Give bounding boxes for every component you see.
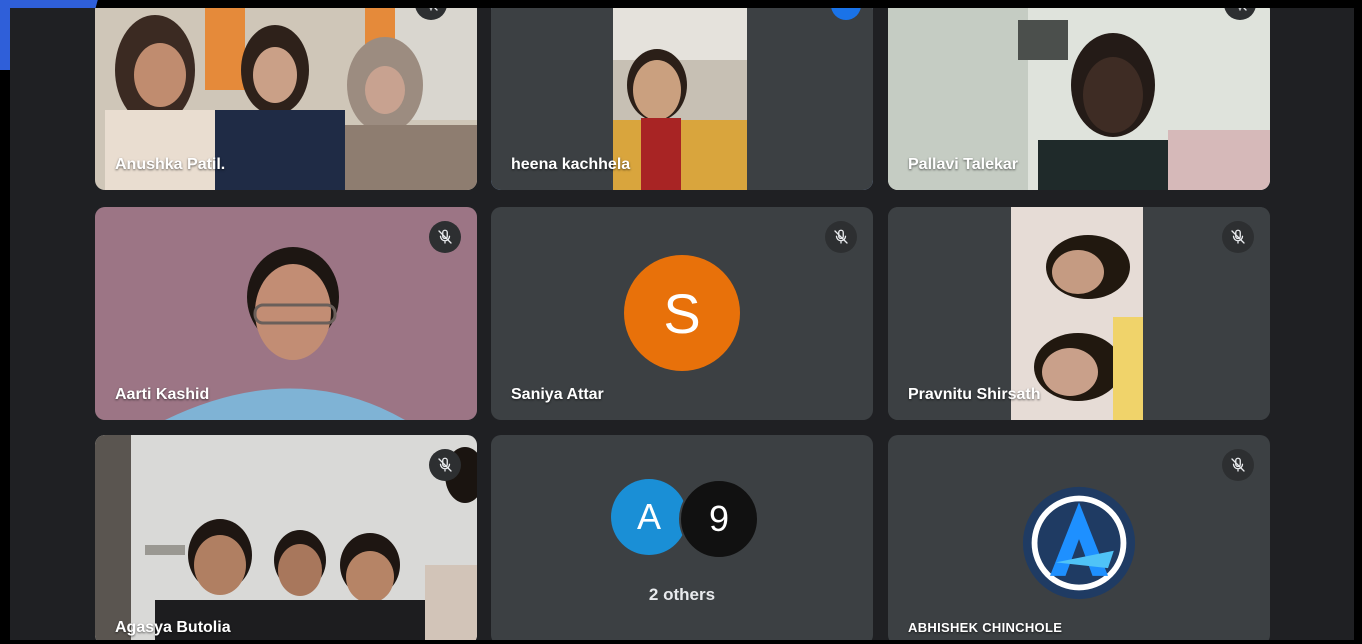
mute-indicator bbox=[429, 449, 461, 481]
mic-off-icon bbox=[1238, 8, 1247, 11]
mic-off-icon bbox=[1231, 229, 1245, 244]
participant-tile-heena[interactable]: heena kachhela bbox=[491, 8, 873, 190]
participant-tile-saniya[interactable]: S Saniya Attar bbox=[491, 207, 873, 420]
participant-name: Aarti Kashid bbox=[115, 386, 210, 403]
abhishek-a-logo-icon bbox=[1022, 486, 1136, 600]
mute-indicator bbox=[429, 221, 461, 253]
others-avatar-9: 9 bbox=[679, 479, 759, 559]
others-avatar-group: A 9 bbox=[611, 479, 761, 559]
mute-indicator bbox=[1222, 221, 1254, 253]
participant-tile-pravnitu[interactable]: Pravnitu Shirsath bbox=[888, 207, 1270, 420]
participant-avatar: S bbox=[624, 255, 740, 371]
others-avatar-a: A bbox=[611, 479, 687, 555]
participant-name: Anushka Patil. bbox=[115, 156, 226, 173]
participant-name: Saniya Attar bbox=[511, 386, 604, 403]
mute-indicator bbox=[825, 221, 857, 253]
participant-name: Agasya Butolia bbox=[115, 619, 231, 636]
mic-off-icon bbox=[438, 229, 452, 244]
others-count-label: 2 others bbox=[648, 585, 716, 604]
participant-name: ABHISHEK CHINCHOLE bbox=[908, 620, 1063, 635]
participant-tile-anushka[interactable]: Anushka Patil. bbox=[95, 8, 477, 190]
participant-name: Pallavi Talekar bbox=[908, 156, 1018, 173]
mic-off-icon bbox=[1231, 457, 1245, 472]
mic-off-icon bbox=[438, 457, 452, 472]
mute-indicator bbox=[1222, 449, 1254, 481]
participant-tile-others[interactable]: A 9 2 others bbox=[491, 435, 873, 640]
meeting-grid: Anushka Patil. heena kachhela Pallavi Ta… bbox=[10, 8, 1354, 640]
mic-off-icon bbox=[429, 8, 438, 11]
participant-name: heena kachhela bbox=[511, 156, 631, 173]
participant-tile-abhishek[interactable]: ABHISHEK CHINCHOLE bbox=[888, 435, 1270, 640]
participant-video bbox=[95, 435, 477, 640]
participant-tile-pallavi[interactable]: Pallavi Talekar bbox=[888, 8, 1270, 190]
mic-off-icon bbox=[834, 229, 848, 244]
participant-tile-aarti[interactable]: Aarti Kashid bbox=[95, 207, 477, 420]
participant-tile-agasya[interactable]: Agasya Butolia bbox=[95, 435, 477, 640]
participant-name: Pravnitu Shirsath bbox=[908, 386, 1041, 403]
